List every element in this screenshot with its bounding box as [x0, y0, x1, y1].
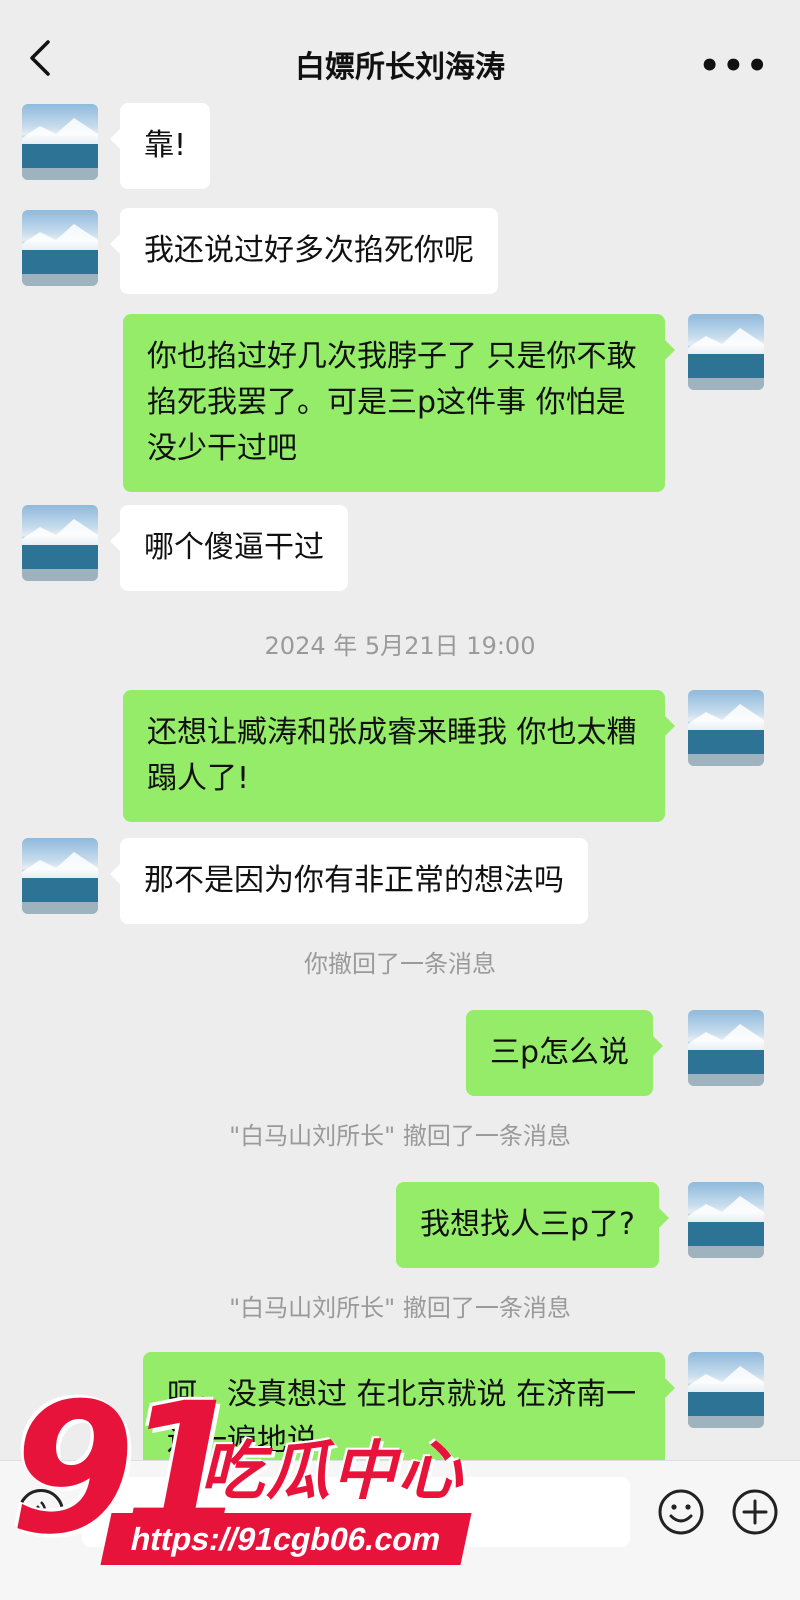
my-avatar[interactable] — [688, 1352, 764, 1428]
message-bubble-outgoing[interactable]: 三p怎么说 — [466, 1010, 664, 1096]
my-avatar[interactable] — [688, 690, 764, 766]
recall-notice: 你撤回了一条消息 — [304, 950, 496, 978]
my-avatar[interactable] — [688, 314, 764, 390]
contact-avatar[interactable] — [22, 104, 98, 180]
recall-notice: "白马山刘所长" 撤回了一条消息 — [229, 1294, 571, 1322]
message-bubble-incoming[interactable]: 那不是因为你有非正常的想法吗 — [110, 838, 588, 924]
contact-avatar[interactable] — [22, 838, 98, 914]
recall-notice: "白马山刘所长" 撤回了一条消息 — [229, 1122, 571, 1150]
my-avatar[interactable] — [688, 1182, 764, 1258]
emoji-icon[interactable] — [656, 1487, 706, 1537]
message-bubble-outgoing[interactable]: 你也掐过好几次我脖子了 只是你不敢掐死我罢了。可是三p这件事 你怕是没少干过吧 — [123, 314, 675, 492]
timestamp: 2024 年 5月21日 19:00 — [264, 632, 536, 660]
my-avatar[interactable] — [688, 1010, 764, 1086]
message-bubble-outgoing[interactable]: 还想让臧涛和张成睿来睡我 你也太糟蹋人了! — [123, 690, 675, 822]
message-bubble-outgoing[interactable]: 我想找人三p了? — [396, 1182, 669, 1268]
watermark-name: 吃瓜中心 — [200, 1435, 464, 1509]
contact-avatar[interactable] — [22, 210, 98, 286]
chat-title: 白嫖所长刘海涛 — [295, 50, 505, 85]
message-bubble-incoming[interactable]: 我还说过好多次掐死你呢 — [110, 208, 498, 294]
contact-avatar[interactable] — [22, 505, 98, 581]
more-options-button[interactable]: ••• — [699, 46, 770, 86]
watermark-logo: 91 吃瓜中心 https://91cgb06.com — [10, 1380, 480, 1590]
message-bubble-incoming[interactable]: 哪个傻逼干过 — [110, 505, 348, 591]
message-bubble-incoming[interactable]: 靠! — [109, 103, 211, 189]
chat-header: 白嫖所长刘海涛 ••• — [0, 0, 800, 100]
watermark-url: https://91cgb06.com — [100, 1513, 472, 1565]
plus-icon[interactable] — [730, 1487, 780, 1537]
